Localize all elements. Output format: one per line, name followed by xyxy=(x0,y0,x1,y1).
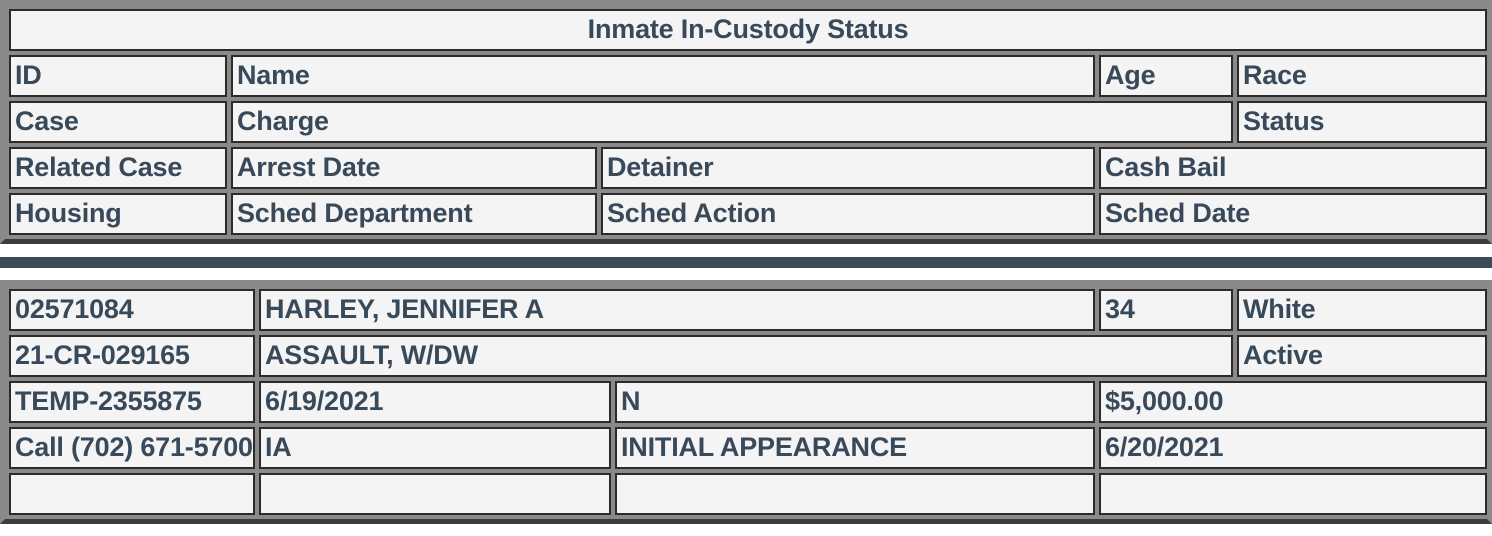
value-id: 02571084 xyxy=(9,289,255,331)
value-race: White xyxy=(1237,289,1488,331)
value-detainer: N xyxy=(615,381,1096,423)
page-title: Inmate In-Custody Status xyxy=(9,9,1488,51)
legend-label-sched-action: Sched Action xyxy=(601,193,1095,235)
section-separator xyxy=(0,257,1492,268)
value-housing: Call (702) 671-5700 xyxy=(9,427,255,469)
value-sched-department: IA xyxy=(259,427,611,469)
record-row-bail: TEMP-2355875 6/19/2021 N $5,000.00 $5,00… xyxy=(9,381,1491,423)
legend-label-charge: Charge xyxy=(231,101,1233,143)
legend-label-age: Age xyxy=(1099,55,1233,97)
value-age: 34 xyxy=(1099,289,1234,331)
value-related-case: TEMP-2355875 xyxy=(9,381,255,423)
legend-label-housing: Housing xyxy=(9,193,227,235)
legend-label-sched-department: Sched Department xyxy=(231,193,597,235)
legend-row-case: Case Charge Status xyxy=(9,101,1491,143)
value-arrest-date: 6/19/2021 xyxy=(259,381,611,423)
record-row-sched-empty xyxy=(9,473,1491,515)
value-sched-action: INITIAL APPEARANCE xyxy=(615,427,1096,469)
value-name: HARLEY, JENNIFER A xyxy=(259,289,1096,331)
legend-table-frame: Inmate In-Custody Status ID Name Age Rac… xyxy=(0,0,1492,244)
legend-row-bail: Related Case Arrest Date Detainer Cash B… xyxy=(9,147,1491,189)
legend-label-name: Name xyxy=(231,55,1095,97)
value-sched-date-empty xyxy=(1099,473,1488,515)
legend-label-race: Race xyxy=(1237,55,1488,97)
legend-table: Inmate In-Custody Status ID Name Age Rac… xyxy=(5,5,1492,239)
value-sched-date: 6/20/2021 xyxy=(1099,427,1488,469)
value-case: 21-CR-029165 xyxy=(9,335,255,377)
record-table-frame: 02571084 HARLEY, JENNIFER A 34 White Fem… xyxy=(0,280,1492,524)
legend-title-row: Inmate In-Custody Status xyxy=(9,9,1491,51)
value-sched-action-empty xyxy=(615,473,1096,515)
legend-label-related-case: Related Case xyxy=(9,147,227,189)
value-cash-bail: $5,000.00 xyxy=(1099,381,1488,423)
legend-label-arrest-date: Arrest Date xyxy=(231,147,597,189)
legend-label-status: Status xyxy=(1237,101,1488,143)
record-row-identity: 02571084 HARLEY, JENNIFER A 34 White Fem… xyxy=(9,289,1491,331)
inmate-status-page: Inmate In-Custody Status ID Name Age Rac… xyxy=(0,0,1492,536)
record-row-sched: Call (702) 671-5700 IA INITIAL APPEARANC… xyxy=(9,427,1491,469)
legend-label-id: ID xyxy=(9,55,227,97)
value-charge: ASSAULT, W/DW xyxy=(259,335,1234,377)
legend-label-detainer: Detainer xyxy=(601,147,1095,189)
legend-label-case: Case xyxy=(9,101,227,143)
record-table: 02571084 HARLEY, JENNIFER A 34 White Fem… xyxy=(5,285,1492,519)
value-housing-empty xyxy=(9,473,255,515)
legend-row-identity: ID Name Age Race Sex xyxy=(9,55,1491,97)
legend-row-sched: Housing Sched Department Sched Action Sc… xyxy=(9,193,1491,235)
record-row-case: 21-CR-029165 ASSAULT, W/DW Active xyxy=(9,335,1491,377)
legend-label-sched-date: Sched Date xyxy=(1099,193,1488,235)
legend-label-cash-bail: Cash Bail xyxy=(1099,147,1488,189)
status-badge: Active xyxy=(1237,335,1488,377)
value-sched-department-empty xyxy=(259,473,611,515)
